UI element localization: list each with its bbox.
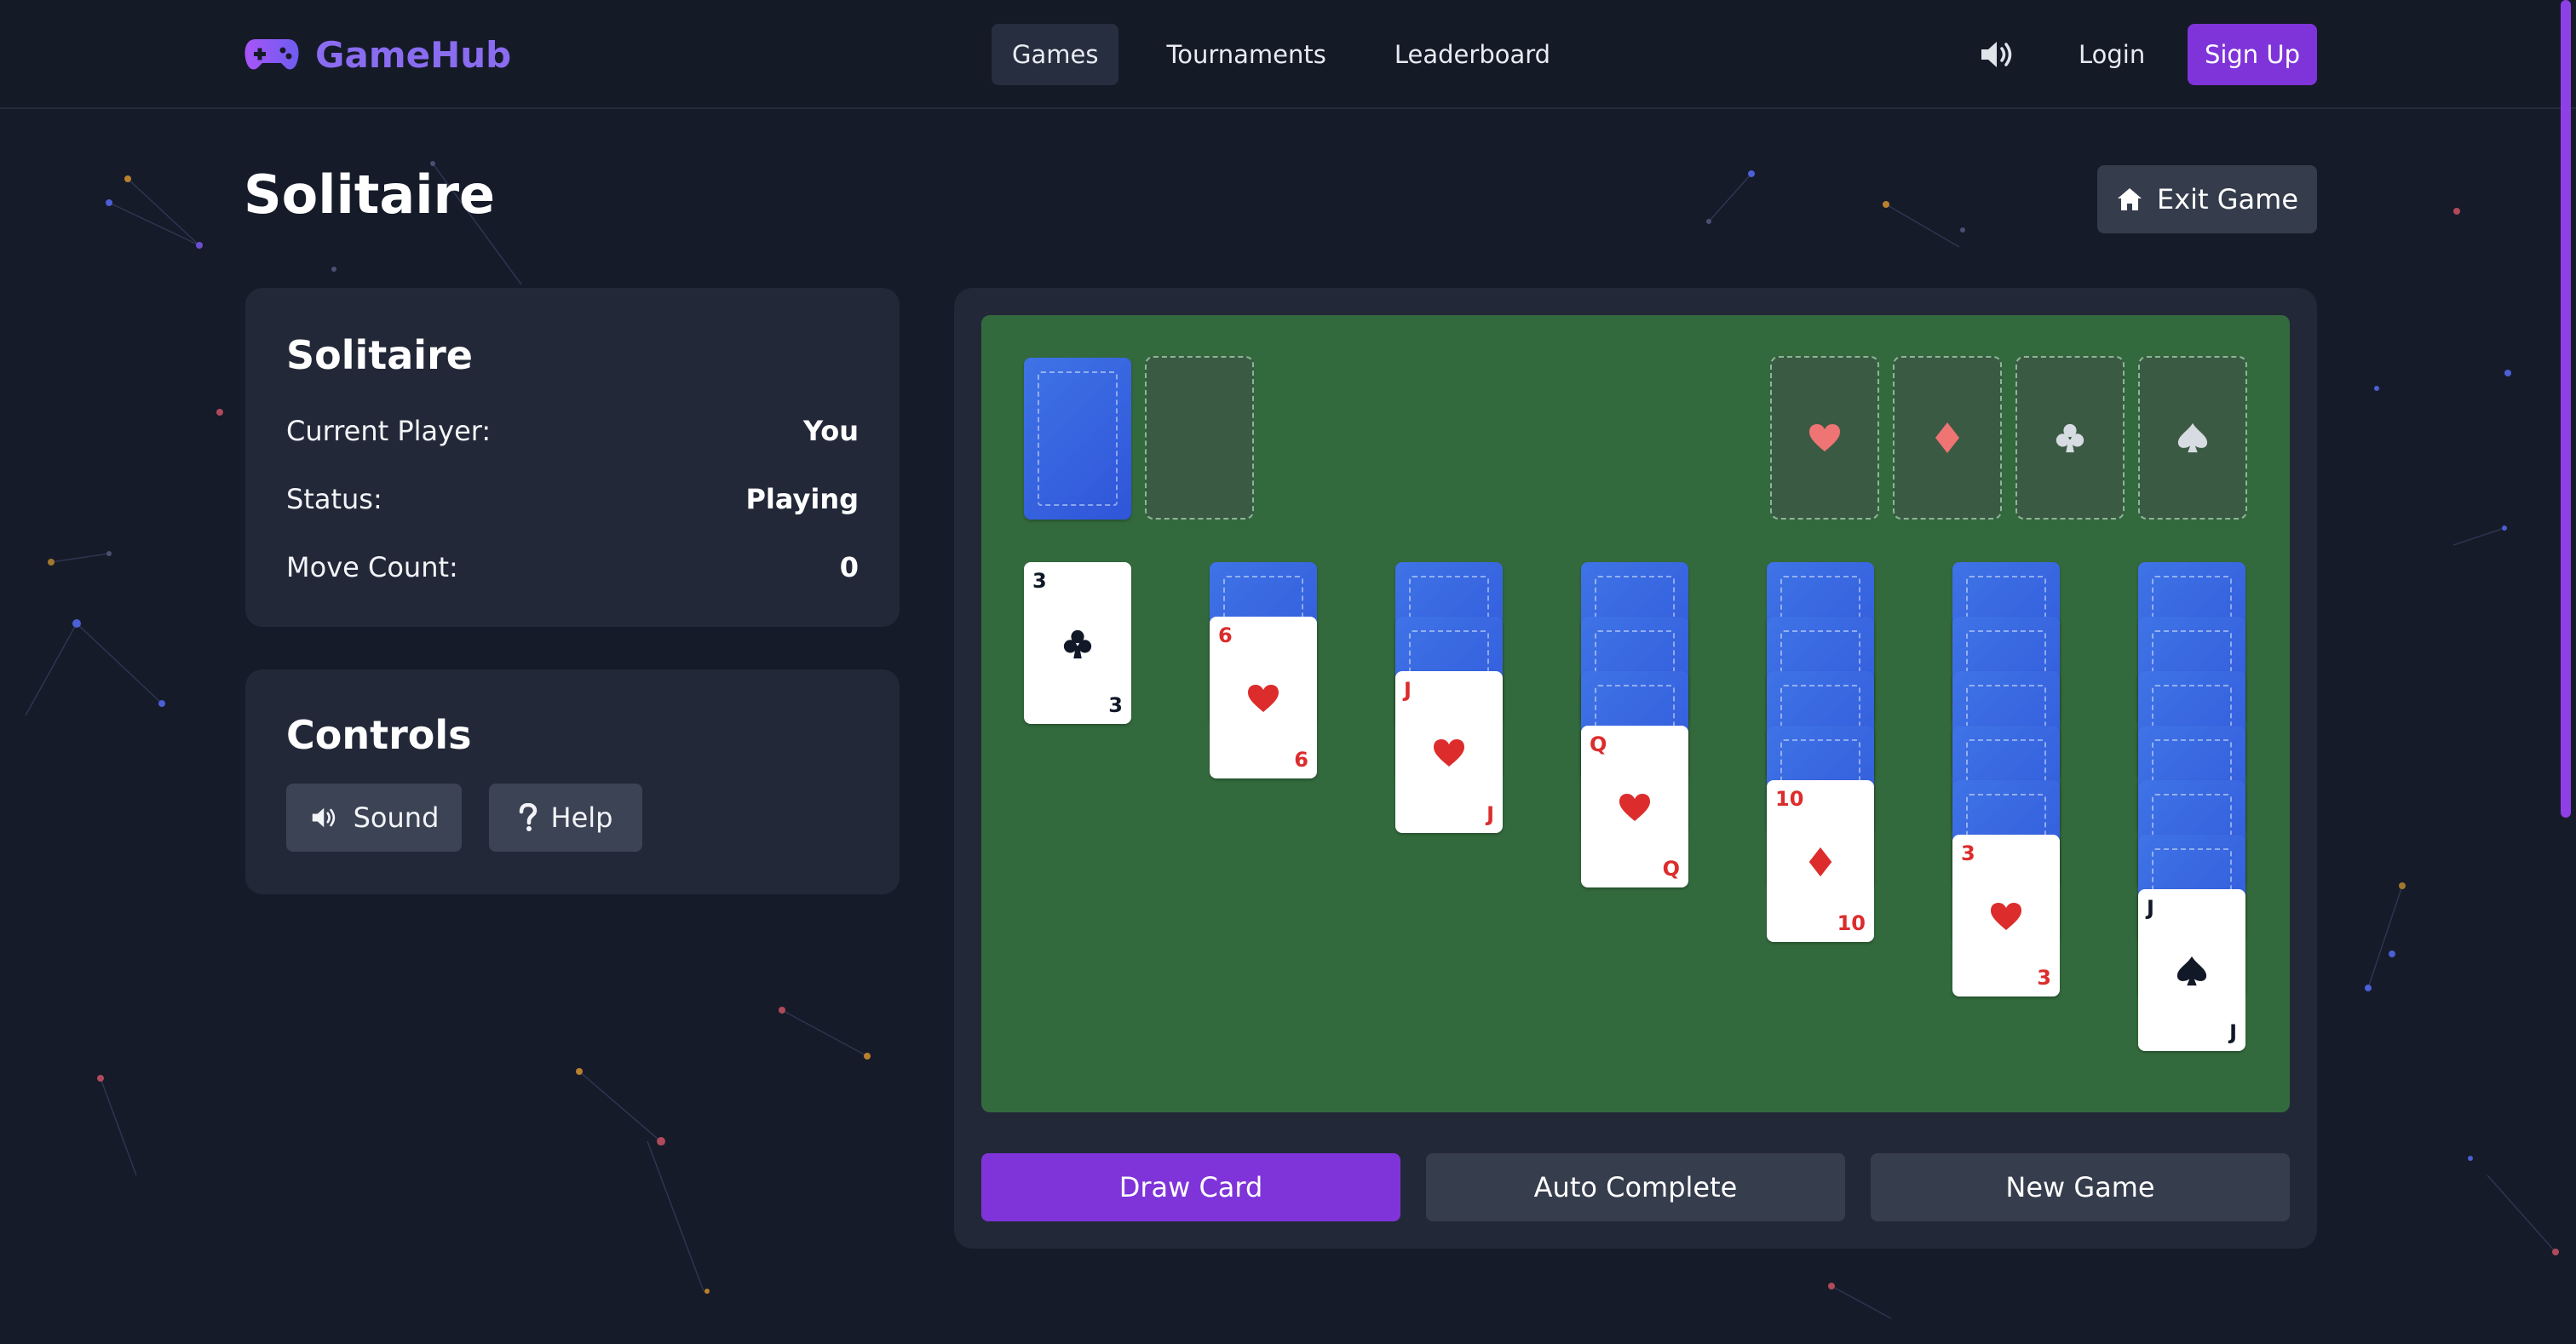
stock-pile[interactable] (1024, 358, 1131, 520)
exit-game-label: Exit Game (2156, 183, 2299, 215)
info-row-status: Status: Playing (286, 482, 859, 516)
card-rank: 6 (1294, 748, 1308, 772)
card-rank: J (1486, 802, 1494, 826)
info-row-moves: Move Count: 0 (286, 550, 859, 584)
club-icon (1063, 629, 1092, 659)
page-scrollbar[interactable] (2561, 0, 2571, 818)
draw-card-button[interactable]: Draw Card (981, 1153, 1400, 1221)
sound-label: Sound (353, 801, 440, 834)
heart-icon (1248, 685, 1279, 712)
help-button[interactable]: Help (489, 784, 642, 852)
card-rank: 10 (1775, 787, 1804, 811)
home-icon (2117, 188, 2142, 210)
tableau-card-6[interactable]: 3 3 (1952, 835, 2060, 997)
tableau-card-5[interactable]: 10 10 (1767, 780, 1874, 942)
volume-icon (312, 807, 335, 828)
diamond-icon (1808, 847, 1832, 877)
solitaire-board: 3 3 6 6 J J Q Q 10 10 3 3 J J (981, 315, 2290, 1112)
info-panel-title: Solitaire (286, 332, 473, 378)
controls-panel: Controls Sound Help (245, 669, 900, 894)
nav-tournaments[interactable]: Tournaments (1146, 24, 1346, 85)
status-label: Status: (286, 483, 382, 515)
heart-icon (1619, 794, 1650, 821)
current-player-value: You (803, 415, 859, 447)
foundation-hearts[interactable] (1770, 356, 1879, 520)
move-count-label: Move Count: (286, 551, 458, 583)
tableau-card-7[interactable]: J J (2138, 889, 2245, 1051)
spade-icon (2176, 956, 2207, 986)
foundation-spades[interactable] (2138, 356, 2247, 520)
gamepad-icon (244, 39, 299, 70)
nav-games[interactable]: Games (992, 24, 1119, 85)
club-icon (2056, 423, 2084, 453)
card-rank: 3 (1032, 569, 1047, 593)
heart-icon (1809, 424, 1840, 451)
page-title: Solitaire (244, 164, 496, 226)
exit-game-button[interactable]: Exit Game (2097, 165, 2317, 233)
move-count-value: 0 (839, 551, 859, 583)
card-rank: 3 (2037, 966, 2051, 990)
page: GameHub Games Tournaments Leaderboard Lo… (0, 0, 2576, 1344)
sound-button[interactable]: Sound (286, 784, 462, 852)
current-player-label: Current Player: (286, 415, 492, 447)
login-link[interactable]: Login (2067, 24, 2157, 85)
volume-icon[interactable] (1978, 37, 2017, 72)
tableau-card-3[interactable]: J J (1395, 671, 1503, 833)
question-icon (519, 803, 537, 831)
card-rank: 3 (1108, 693, 1123, 717)
top-navbar: GameHub Games Tournaments Leaderboard Lo… (0, 0, 2576, 109)
controls-title: Controls (286, 712, 472, 758)
heart-icon (1991, 903, 2021, 930)
help-label: Help (550, 801, 613, 834)
foundation-clubs[interactable] (2015, 356, 2125, 520)
tableau-card-1[interactable]: 3 3 (1024, 562, 1131, 724)
card-rank: Q (1662, 857, 1680, 881)
spade-icon (2177, 422, 2208, 453)
auto-complete-button[interactable]: Auto Complete (1426, 1153, 1845, 1221)
card-rank: J (1404, 678, 1412, 702)
tableau-card-2[interactable]: 6 6 (1210, 617, 1317, 778)
card-rank: Q (1590, 732, 1607, 756)
nav-leaderboard[interactable]: Leaderboard (1374, 24, 1571, 85)
brand-name: GameHub (315, 33, 512, 76)
diamond-icon (1935, 422, 1959, 453)
status-value: Playing (745, 483, 859, 515)
heart-icon (1434, 739, 1464, 767)
card-rank: J (2229, 1020, 2237, 1044)
waste-pile[interactable] (1145, 356, 1254, 520)
brand-logo[interactable]: GameHub (244, 31, 511, 78)
card-rank: 10 (1837, 911, 1866, 935)
main-nav: Games Tournaments Leaderboard (992, 24, 1598, 85)
game-info-panel: Solitaire Current Player: You Status: Pl… (245, 288, 900, 627)
card-rank: 3 (1961, 841, 1975, 865)
tableau-card-4[interactable]: Q Q (1581, 726, 1688, 887)
foundation-diamonds[interactable] (1893, 356, 2002, 520)
card-rank: J (2147, 896, 2154, 920)
info-row-player: Current Player: You (286, 414, 859, 448)
signup-button[interactable]: Sign Up (2188, 24, 2317, 85)
new-game-button[interactable]: New Game (1871, 1153, 2290, 1221)
card-rank: 6 (1218, 623, 1233, 647)
